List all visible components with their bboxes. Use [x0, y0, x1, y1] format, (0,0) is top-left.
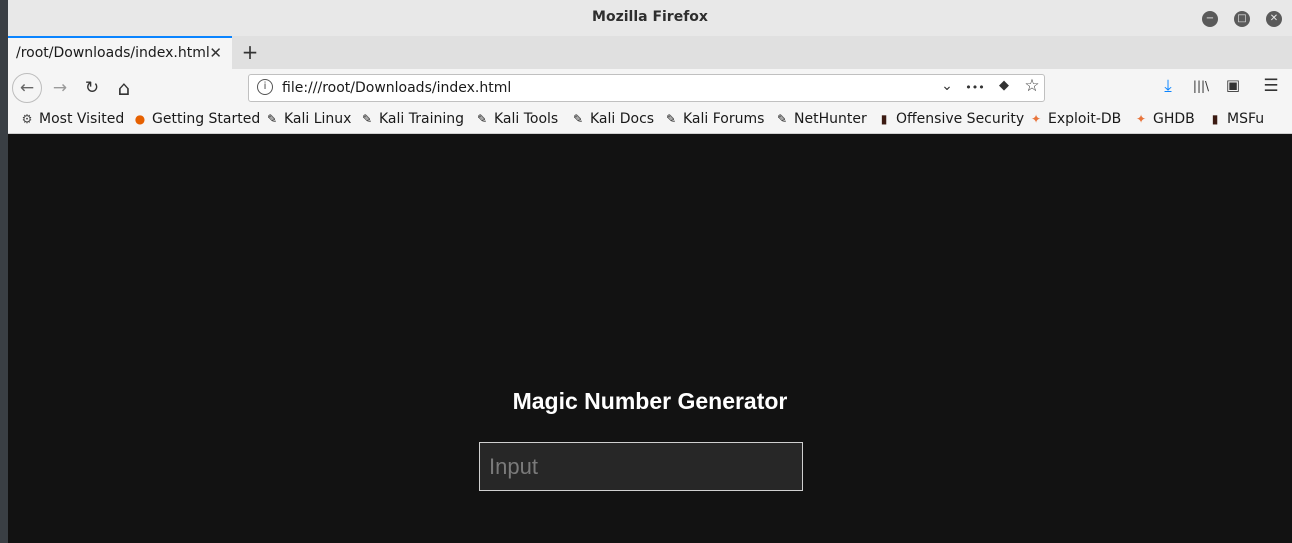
kali-dragon-icon: ✎ — [776, 112, 788, 126]
url-bar[interactable]: i file:///root/Downloads/index.html ⌄ ••… — [248, 74, 1045, 102]
bookmark-label: NetHunter — [794, 111, 867, 127]
home-button[interactable]: ⌂ — [111, 75, 137, 101]
tab-label: /root/Downloads/index.html — [16, 45, 210, 61]
bookmark-label: Kali Linux — [284, 111, 352, 127]
bookmark-star-icon[interactable]: ☆ — [1022, 76, 1042, 96]
desktop-background — [0, 0, 8, 543]
kali-dragon-icon: ✎ — [361, 112, 373, 126]
gear-icon: ⚙ — [21, 112, 33, 126]
offsec-icon: ▮ — [1211, 112, 1219, 126]
bookmark-kali-linux[interactable]: ✎ Kali Linux — [265, 111, 352, 127]
new-tab-button[interactable]: + — [240, 40, 260, 64]
minimize-button[interactable]: − — [1202, 11, 1218, 27]
bookmark-label: Kali Forums — [683, 111, 765, 127]
bookmark-label: Most Visited — [39, 111, 125, 127]
bookmarks-toolbar: ⚙ Most Visited ● Getting Started ✎ Kali … — [8, 107, 1292, 134]
hamburger-menu-icon[interactable]: ☰ — [1259, 76, 1283, 96]
page-actions-icon[interactable]: ••• — [965, 81, 985, 94]
kali-dragon-icon: ✎ — [476, 112, 488, 126]
bookmark-kali-forums[interactable]: ✎ Kali Forums — [664, 111, 764, 127]
tab-close-icon[interactable]: ✕ — [209, 44, 222, 62]
bookmark-label: Kali Docs — [590, 111, 655, 127]
bookmark-msfu[interactable]: ▮ MSFu — [1208, 111, 1264, 127]
url-text[interactable]: file:///root/Downloads/index.html — [282, 80, 511, 96]
forward-button[interactable]: → — [47, 75, 73, 101]
ghdb-icon: ✦ — [1135, 112, 1147, 126]
kali-dragon-icon: ✎ — [266, 112, 278, 126]
kali-dragon-icon: ✎ — [665, 112, 677, 126]
bookmark-label: MSFu — [1227, 111, 1265, 127]
bookmark-ghdb[interactable]: ✦ GHDB — [1134, 111, 1195, 127]
back-button[interactable]: ← — [12, 73, 42, 103]
navigation-toolbar: ← → ↻ ⌂ i file:///root/Downloads/index.h… — [8, 69, 1292, 107]
pocket-icon[interactable]: ◆ — [994, 78, 1014, 93]
reload-button[interactable]: ↻ — [79, 75, 105, 101]
bookmark-kali-training[interactable]: ✎ Kali Training — [360, 111, 464, 127]
tab-bar: /root/Downloads/index.html ✕ + — [8, 36, 1292, 70]
bookmark-exploit-db[interactable]: ✦ Exploit-DB — [1029, 111, 1121, 127]
exploitdb-icon: ✦ — [1030, 112, 1042, 126]
bookmark-label: Exploit-DB — [1048, 111, 1122, 127]
bookmark-getting-started[interactable]: ● Getting Started — [133, 111, 261, 127]
library-icon[interactable]: |||\ — [1189, 79, 1213, 93]
magic-number-input[interactable] — [479, 442, 803, 491]
offsec-icon: ▮ — [880, 112, 888, 126]
maximize-button[interactable]: □ — [1234, 11, 1250, 27]
kali-dragon-icon: ✎ — [572, 112, 584, 126]
download-icon[interactable]: ⤓ — [1156, 76, 1180, 96]
close-window-button[interactable]: ✕ — [1266, 11, 1282, 27]
bookmark-label: Offensive Security — [896, 111, 1025, 127]
title-bar: Mozilla Firefox − □ ✕ — [8, 0, 1292, 37]
bookmark-nethunter[interactable]: ✎ NetHunter — [775, 111, 867, 127]
info-icon[interactable]: i — [257, 79, 273, 95]
bookmark-kali-tools[interactable]: ✎ Kali Tools — [475, 111, 558, 127]
window-title: Mozilla Firefox — [592, 9, 708, 25]
sidebar-icon[interactable]: ▣ — [1221, 76, 1245, 94]
chevron-down-icon[interactable]: ⌄ — [937, 78, 957, 94]
bookmark-most-visited[interactable]: ⚙ Most Visited — [20, 111, 125, 127]
bookmark-label: Kali Tools — [494, 111, 559, 127]
firefox-icon: ● — [134, 112, 146, 126]
tab-index-html[interactable]: /root/Downloads/index.html ✕ — [8, 36, 232, 69]
bookmark-label: Kali Training — [379, 111, 464, 127]
bookmark-label: Getting Started — [152, 111, 261, 127]
bookmark-kali-docs[interactable]: ✎ Kali Docs — [571, 111, 654, 127]
bookmark-offensive-security[interactable]: ▮ Offensive Security — [877, 111, 1025, 127]
page-heading: Magic Number Generator — [512, 388, 788, 414]
bookmark-label: GHDB — [1153, 111, 1195, 127]
